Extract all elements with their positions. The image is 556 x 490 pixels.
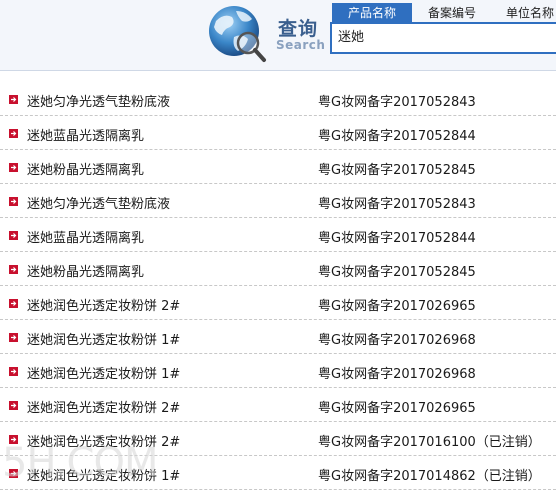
filing-code: 粤G妆网备字2017052845 <box>318 265 476 280</box>
search-title: 查询 <box>278 18 319 40</box>
product-name-link[interactable]: 迷她润色光透定妆粉饼 1# <box>27 329 180 348</box>
filing-code: 粤G妆网备字2017026965 <box>318 299 476 314</box>
list-item[interactable]: 迷她粉晶光透隔离乳 粤G妆网备字2017052845 <box>0 150 556 184</box>
filing-code: 粤G妆网备字2017026968 <box>318 367 476 382</box>
site-watermark: 5H.COM <box>2 440 158 486</box>
results-list: 迷她匀净光透气垫粉底液 粤G妆网备字2017052843 迷她蓝晶光透隔离乳 粤… <box>0 82 556 490</box>
list-item[interactable]: 迷她粉晶光透隔离乳 粤G妆网备字2017052845 <box>0 252 556 286</box>
list-item[interactable]: 迷她蓝晶光透隔离乳 粤G妆网备字2017052844 <box>0 116 556 150</box>
arrow-bullet-icon <box>9 129 18 138</box>
filing-code: 粤G妆网备字2017014862（已注销） <box>318 469 541 484</box>
product-name-link[interactable]: 迷她匀净光透气垫粉底液 <box>27 91 170 110</box>
arrow-bullet-icon <box>9 265 18 274</box>
tab-product-name[interactable]: 产品名称 <box>332 3 412 23</box>
filing-code: 粤G妆网备字2017052844 <box>318 231 476 246</box>
list-item[interactable]: 迷她匀净光透气垫粉底液 粤G妆网备字2017052843 <box>0 82 556 116</box>
list-item[interactable]: 迷她匀净光透气垫粉底液 粤G妆网备字2017052843 <box>0 184 556 218</box>
list-item[interactable]: 迷她蓝晶光透隔离乳 粤G妆网备字2017052844 <box>0 218 556 252</box>
product-name-link[interactable]: 迷她润色光透定妆粉饼 2# <box>27 397 180 416</box>
list-item[interactable]: 迷她润色光透定妆粉饼 1# 粤G妆网备字2017026968 <box>0 354 556 388</box>
filing-code: 粤G妆网备字2017026968 <box>318 333 476 348</box>
search-subtitle: Search <box>276 38 326 52</box>
globe-search-icon <box>209 6 266 62</box>
product-name-link[interactable]: 迷她匀净光透气垫粉底液 <box>27 193 170 212</box>
list-item[interactable]: 迷她润色光透定妆粉饼 2# 粤G妆网备字2017026965 <box>0 286 556 320</box>
arrow-bullet-icon <box>9 163 18 172</box>
list-item[interactable]: 迷她润色光透定妆粉饼 1# 粤G妆网备字2017026968 <box>0 320 556 354</box>
arrow-bullet-icon <box>9 95 18 104</box>
search-input[interactable] <box>332 24 556 52</box>
search-tabs: 产品名称 备案编号 单位名称 <box>332 3 556 23</box>
arrow-bullet-icon <box>9 333 18 342</box>
filing-code: 粤G妆网备字2017052843 <box>318 95 476 110</box>
filing-code: 粤G妆网备字2017052843 <box>318 197 476 212</box>
filing-code: 粤G妆网备字2017016100（已注销） <box>318 435 541 450</box>
product-name-link[interactable]: 迷她粉晶光透隔离乳 <box>27 159 144 178</box>
filing-code: 粤G妆网备字2017052844 <box>318 129 476 144</box>
arrow-bullet-icon <box>9 299 18 308</box>
search-header: 查询 Search 产品名称 备案编号 单位名称 <box>0 0 556 71</box>
tab-company-name[interactable]: 单位名称 <box>492 3 556 23</box>
product-name-link[interactable]: 迷她润色光透定妆粉饼 1# <box>27 363 180 382</box>
tab-filing-number[interactable]: 备案编号 <box>412 3 492 23</box>
arrow-bullet-icon <box>9 401 18 410</box>
product-name-link[interactable]: 迷她润色光透定妆粉饼 2# <box>27 295 180 314</box>
arrow-bullet-icon <box>9 197 18 206</box>
filing-code: 粤G妆网备字2017052845 <box>318 163 476 178</box>
list-item[interactable]: 迷她润色光透定妆粉饼 2# 粤G妆网备字2017026965 <box>0 388 556 422</box>
search-box <box>330 22 556 54</box>
arrow-bullet-icon <box>9 367 18 376</box>
filing-code: 粤G妆网备字2017026965 <box>318 401 476 416</box>
product-name-link[interactable]: 迷她粉晶光透隔离乳 <box>27 261 144 280</box>
product-name-link[interactable]: 迷她蓝晶光透隔离乳 <box>27 125 144 144</box>
product-name-link[interactable]: 迷她蓝晶光透隔离乳 <box>27 227 144 246</box>
arrow-bullet-icon <box>9 231 18 240</box>
